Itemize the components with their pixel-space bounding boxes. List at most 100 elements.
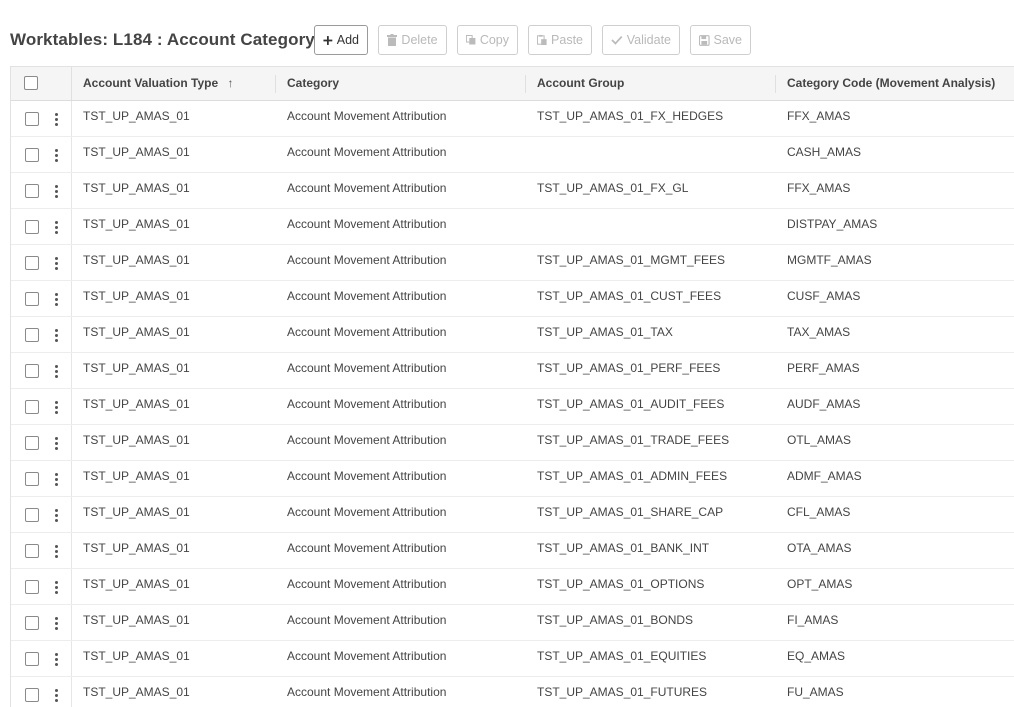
grid-header: Account Valuation Type ↑ Category Accoun…: [11, 67, 1014, 101]
cell-account-valuation-type: TST_UP_AMAS_01: [83, 541, 190, 555]
row-checkbox[interactable]: [25, 688, 39, 702]
add-button[interactable]: Add: [314, 25, 368, 55]
row-checkbox[interactable]: [25, 112, 39, 126]
table-row[interactable]: TST_UP_AMAS_01 Account Movement Attribut…: [11, 209, 1014, 245]
validate-button[interactable]: Validate: [602, 25, 680, 55]
table-row[interactable]: TST_UP_AMAS_01 Account Movement Attribut…: [11, 461, 1014, 497]
table-row[interactable]: TST_UP_AMAS_01 Account Movement Attribut…: [11, 281, 1014, 317]
cell-account-valuation-type: TST_UP_AMAS_01: [83, 325, 190, 339]
cell-category: Account Movement Attribution: [287, 145, 447, 159]
checkmark-icon: [611, 35, 623, 45]
arrow-up-icon: ↑: [227, 76, 234, 90]
cell-category-code: OPT_AMAS: [787, 577, 853, 591]
cell-account-valuation-type: TST_UP_AMAS_01: [83, 397, 190, 411]
cell-category: Account Movement Attribution: [287, 109, 447, 123]
row-checkbox[interactable]: [25, 328, 39, 342]
table-row[interactable]: TST_UP_AMAS_01 Account Movement Attribut…: [11, 389, 1014, 425]
kebab-menu-icon[interactable]: [51, 579, 61, 595]
copy-icon: [466, 35, 476, 45]
cell-account-valuation-type: TST_UP_AMAS_01: [83, 433, 190, 447]
table-row[interactable]: TST_UP_AMAS_01 Account Movement Attribut…: [11, 497, 1014, 533]
row-checkbox[interactable]: [25, 220, 39, 234]
kebab-menu-icon[interactable]: [51, 147, 61, 163]
kebab-menu-icon[interactable]: [51, 651, 61, 667]
cell-category: Account Movement Attribution: [287, 469, 447, 483]
row-checkbox[interactable]: [25, 184, 39, 198]
row-checkbox[interactable]: [25, 580, 39, 594]
cell-account-valuation-type: TST_UP_AMAS_01: [83, 649, 190, 663]
kebab-menu-icon[interactable]: [51, 471, 61, 487]
cell-account-group: TST_UP_AMAS_01_FUTURES: [537, 685, 708, 699]
table-row[interactable]: TST_UP_AMAS_01 Account Movement Attribut…: [11, 425, 1014, 461]
row-checkbox[interactable]: [25, 148, 39, 162]
cell-account-group: TST_UP_AMAS_01_OPTIONS: [537, 577, 705, 591]
cell-category: Account Movement Attribution: [287, 217, 447, 231]
cell-account-group: TST_UP_AMAS_01_EQUITIES: [537, 649, 707, 663]
column-header-account-valuation-type[interactable]: Account Valuation Type ↑: [83, 67, 233, 100]
cell-account-valuation-type: TST_UP_AMAS_01: [83, 109, 190, 123]
row-checkbox[interactable]: [25, 292, 39, 306]
table-row[interactable]: TST_UP_AMAS_01 Account Movement Attribut…: [11, 605, 1014, 641]
kebab-menu-icon[interactable]: [51, 327, 61, 343]
cell-account-valuation-type: TST_UP_AMAS_01: [83, 685, 190, 699]
row-checkbox[interactable]: [25, 544, 39, 558]
table-row[interactable]: TST_UP_AMAS_01 Account Movement Attribut…: [11, 317, 1014, 353]
kebab-menu-icon[interactable]: [51, 435, 61, 451]
row-checkbox[interactable]: [25, 652, 39, 666]
row-checkbox[interactable]: [25, 508, 39, 522]
kebab-menu-icon[interactable]: [51, 615, 61, 631]
plus-icon: [323, 35, 333, 45]
paste-icon: [537, 34, 547, 46]
row-checkbox[interactable]: [25, 472, 39, 486]
row-checkbox[interactable]: [25, 436, 39, 450]
save-button[interactable]: Save: [690, 25, 751, 55]
table-row[interactable]: TST_UP_AMAS_01 Account Movement Attribut…: [11, 677, 1014, 707]
cell-category-code: FFX_AMAS: [787, 109, 851, 123]
cell-account-group: TST_UP_AMAS_01_TRADE_FEES: [537, 433, 730, 447]
kebab-menu-icon[interactable]: [51, 183, 61, 199]
kebab-menu-icon[interactable]: [51, 363, 61, 379]
trash-icon: [387, 34, 398, 46]
delete-button[interactable]: Delete: [378, 25, 447, 55]
cell-account-valuation-type: TST_UP_AMAS_01: [83, 505, 190, 519]
paste-button[interactable]: Paste: [528, 25, 592, 55]
table-row[interactable]: TST_UP_AMAS_01 Account Movement Attribut…: [11, 353, 1014, 389]
cell-account-valuation-type: TST_UP_AMAS_01: [83, 289, 190, 303]
cell-category-code: OTL_AMAS: [787, 433, 852, 447]
kebab-menu-icon[interactable]: [51, 219, 61, 235]
kebab-menu-icon[interactable]: [51, 543, 61, 559]
cell-account-group: TST_UP_AMAS_01_BONDS: [537, 613, 694, 627]
column-header-category-code[interactable]: Category Code (Movement Analysis): [787, 67, 995, 100]
cell-account-valuation-type: TST_UP_AMAS_01: [83, 613, 190, 627]
kebab-menu-icon[interactable]: [51, 291, 61, 307]
row-checkbox[interactable]: [25, 364, 39, 378]
kebab-menu-icon[interactable]: [51, 399, 61, 415]
table-row[interactable]: TST_UP_AMAS_01 Account Movement Attribut…: [11, 101, 1014, 137]
kebab-menu-icon[interactable]: [51, 111, 61, 127]
table-row[interactable]: TST_UP_AMAS_01 Account Movement Attribut…: [11, 569, 1014, 605]
row-checkbox[interactable]: [25, 616, 39, 630]
copy-button-label: Copy: [479, 33, 509, 47]
row-checkbox[interactable]: [25, 400, 39, 414]
row-checkbox[interactable]: [25, 256, 39, 270]
cell-category: Account Movement Attribution: [287, 397, 447, 411]
table-row[interactable]: TST_UP_AMAS_01 Account Movement Attribut…: [11, 533, 1014, 569]
cell-category-code: FFX_AMAS: [787, 181, 851, 195]
kebab-menu-icon[interactable]: [51, 507, 61, 523]
cell-category-code: TAX_AMAS: [787, 325, 851, 339]
cell-account-group: [537, 137, 773, 173]
data-grid: Account Valuation Type ↑ Category Accoun…: [10, 66, 1014, 707]
table-row[interactable]: TST_UP_AMAS_01 Account Movement Attribut…: [11, 245, 1014, 281]
table-row[interactable]: TST_UP_AMAS_01 Account Movement Attribut…: [11, 173, 1014, 209]
copy-button[interactable]: Copy: [457, 25, 518, 55]
column-header-category[interactable]: Category: [287, 67, 339, 100]
kebab-menu-icon[interactable]: [51, 255, 61, 271]
validate-button-label: Validate: [626, 33, 671, 47]
cell-account-valuation-type: TST_UP_AMAS_01: [83, 181, 190, 195]
table-row[interactable]: TST_UP_AMAS_01 Account Movement Attribut…: [11, 641, 1014, 677]
table-row[interactable]: TST_UP_AMAS_01 Account Movement Attribut…: [11, 137, 1014, 173]
select-all-checkbox[interactable]: [24, 76, 38, 90]
cell-account-group: TST_UP_AMAS_01_FX_GL: [537, 181, 689, 195]
kebab-menu-icon[interactable]: [51, 687, 61, 703]
column-header-account-group[interactable]: Account Group: [537, 67, 624, 100]
